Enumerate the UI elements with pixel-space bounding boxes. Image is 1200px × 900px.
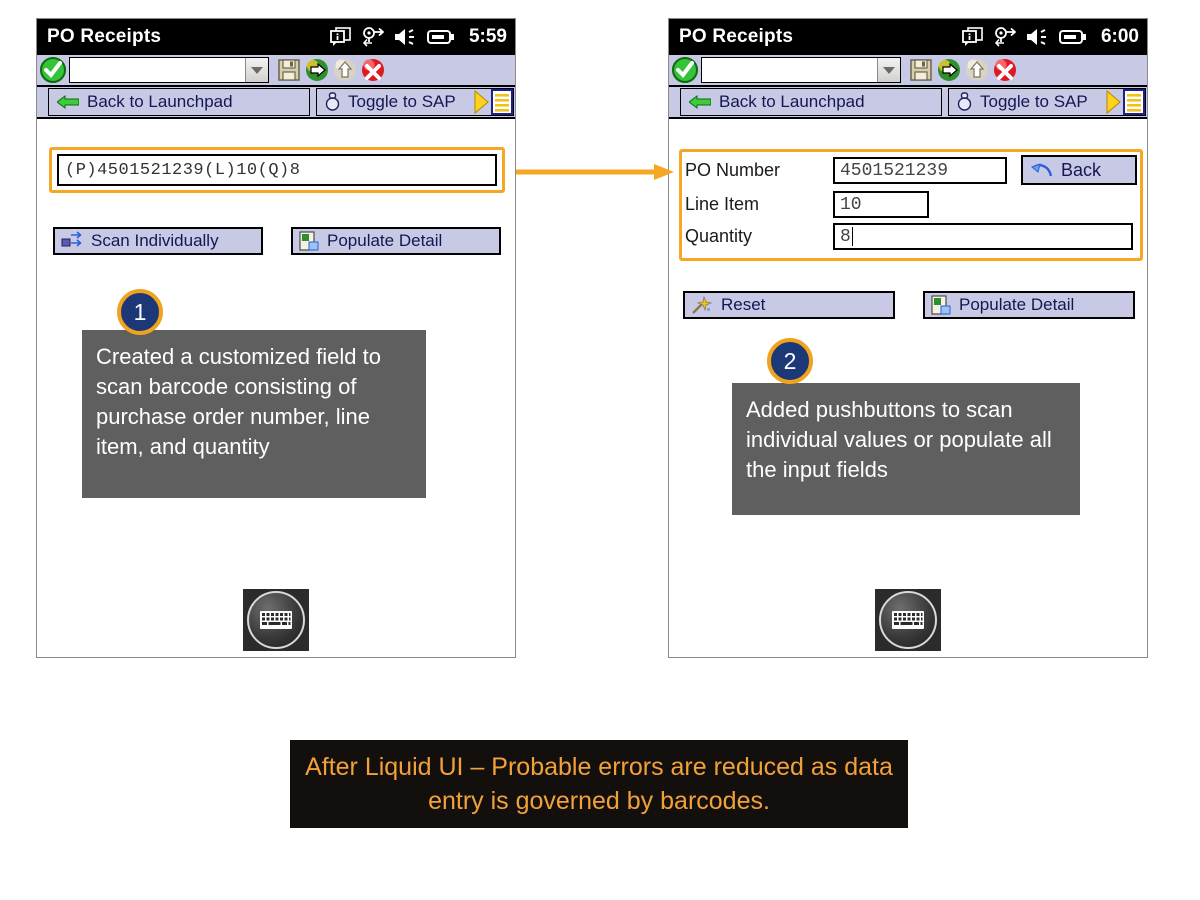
device-screenshot-right: PO Receipts 6:00 Back to Launchpad Toggl… bbox=[668, 18, 1148, 658]
toggle-to-sap-label-left: Toggle to SAP bbox=[348, 92, 456, 111]
battery-icon bbox=[426, 30, 454, 44]
save-icon[interactable] bbox=[907, 56, 935, 84]
sap-toolbar-right bbox=[669, 55, 1147, 87]
yellow-play-icon[interactable] bbox=[474, 89, 490, 115]
back-to-launchpad-label-left: Back to Launchpad bbox=[87, 92, 233, 111]
caption-banner: After Liquid UI – Probable errors are re… bbox=[290, 740, 908, 828]
callout-badge-1: 1 bbox=[117, 289, 163, 335]
po-number-label: PO Number bbox=[685, 160, 781, 180]
quantity-input-value: 8 bbox=[840, 226, 851, 247]
quantity-input[interactable]: 8 bbox=[833, 223, 1133, 250]
reset-label: Reset bbox=[721, 295, 766, 314]
back-to-launchpad-button-right[interactable]: Back to Launchpad bbox=[680, 88, 942, 116]
menu-list-icon[interactable] bbox=[1123, 89, 1145, 115]
populate-icon bbox=[931, 295, 951, 315]
clock-right: 6:00 bbox=[1100, 26, 1139, 47]
populate-detail-label-left: Populate Detail bbox=[327, 231, 443, 250]
chevron-down-icon[interactable] bbox=[877, 58, 900, 82]
toggle-to-sap-button-left[interactable]: Toggle to SAP bbox=[316, 88, 514, 116]
scan-individually-label: Scan Individually bbox=[91, 231, 219, 250]
green-check-icon[interactable] bbox=[39, 56, 67, 84]
connectivity-icon bbox=[994, 27, 1017, 47]
clock-left: 5:59 bbox=[468, 26, 507, 47]
bulb-icon bbox=[325, 92, 340, 111]
green-check-icon[interactable] bbox=[671, 56, 699, 84]
sip-keyboard-button-left[interactable] bbox=[243, 589, 309, 651]
exit-icon[interactable] bbox=[331, 56, 359, 84]
command-field-input-right[interactable] bbox=[702, 58, 877, 82]
reset-button[interactable]: Reset bbox=[683, 291, 895, 319]
line-item-label: Line Item bbox=[685, 194, 760, 214]
populate-detail-button-left[interactable]: Populate Detail bbox=[291, 227, 501, 255]
cancel-icon[interactable] bbox=[991, 56, 1019, 84]
nav-end-icons-left bbox=[474, 89, 513, 115]
populate-detail-button-right[interactable]: Populate Detail bbox=[923, 291, 1135, 319]
titlebar-left: PO Receipts 5:59 bbox=[37, 19, 515, 55]
text-caret bbox=[851, 227, 853, 246]
barcode-input[interactable]: (P)4501521239(L)10(Q)8 bbox=[57, 154, 497, 186]
po-number-input[interactable]: 4501521239 bbox=[833, 157, 1007, 184]
populate-detail-label-right: Populate Detail bbox=[959, 295, 1075, 314]
sip-keyboard-button-right[interactable] bbox=[875, 589, 941, 651]
line-item-row: Line Item 10 bbox=[685, 191, 929, 218]
sap-toolbar-left bbox=[37, 55, 515, 87]
po-number-row: PO Number 4501521239 bbox=[685, 157, 1007, 184]
wand-icon bbox=[692, 295, 713, 314]
bulb-icon bbox=[957, 92, 972, 111]
keyboard-icon bbox=[247, 591, 305, 649]
quantity-label: Quantity bbox=[685, 226, 753, 246]
command-field-input-left[interactable] bbox=[70, 58, 245, 82]
callout-text-1: Created a customized field to scan barco… bbox=[82, 330, 426, 498]
callout-text-2: Added pushbuttons to scan individual val… bbox=[732, 383, 1080, 515]
back-button[interactable]: Back bbox=[1021, 155, 1137, 185]
speaker-icon bbox=[394, 29, 414, 45]
speaker-icon bbox=[1026, 29, 1046, 45]
cancel-icon[interactable] bbox=[359, 56, 387, 84]
callout-badge-2: 2 bbox=[767, 338, 813, 384]
keyboard-icon bbox=[879, 591, 937, 649]
scan-individually-button[interactable]: Scan Individually bbox=[53, 227, 263, 255]
back-icon[interactable] bbox=[303, 56, 331, 84]
back-to-launchpad-label-right: Back to Launchpad bbox=[719, 92, 865, 111]
line-item-input[interactable]: 10 bbox=[833, 191, 929, 218]
left-arrow-icon bbox=[57, 95, 79, 109]
info-balloon-icon bbox=[330, 27, 351, 46]
back-button-label: Back bbox=[1061, 159, 1102, 180]
titlebar-icons-right: 6:00 bbox=[962, 26, 1139, 48]
populate-icon bbox=[299, 231, 319, 251]
titlebar-icons-left: 5:59 bbox=[330, 26, 507, 48]
toggle-to-sap-label-right: Toggle to SAP bbox=[980, 92, 1088, 111]
info-balloon-icon bbox=[962, 27, 983, 46]
left-arrow-icon bbox=[689, 95, 711, 109]
nav-bar-right: Back to Launchpad Toggle to SAP bbox=[669, 87, 1147, 119]
save-icon[interactable] bbox=[275, 56, 303, 84]
scan-icon bbox=[61, 231, 82, 247]
yellow-play-icon[interactable] bbox=[1106, 89, 1122, 115]
exit-icon[interactable] bbox=[963, 56, 991, 84]
app-title-left: PO Receipts bbox=[47, 26, 162, 47]
nav-bar-left: Back to Launchpad Toggle to SAP bbox=[37, 87, 515, 119]
connector-arrow bbox=[516, 164, 674, 180]
menu-list-icon[interactable] bbox=[491, 89, 513, 115]
quantity-row: Quantity 8 bbox=[685, 223, 1133, 250]
app-title-right: PO Receipts bbox=[679, 26, 794, 47]
chevron-down-icon[interactable] bbox=[245, 58, 268, 82]
back-icon[interactable] bbox=[935, 56, 963, 84]
titlebar-right: PO Receipts 6:00 bbox=[669, 19, 1147, 55]
command-field-left[interactable] bbox=[69, 57, 269, 83]
connectivity-icon bbox=[362, 27, 385, 47]
command-field-right[interactable] bbox=[701, 57, 901, 83]
toggle-to-sap-button-right[interactable]: Toggle to SAP bbox=[948, 88, 1146, 116]
battery-icon bbox=[1058, 30, 1086, 44]
back-to-launchpad-button-left[interactable]: Back to Launchpad bbox=[48, 88, 310, 116]
nav-end-icons-right bbox=[1106, 89, 1145, 115]
back-arrow-icon bbox=[1031, 163, 1053, 177]
